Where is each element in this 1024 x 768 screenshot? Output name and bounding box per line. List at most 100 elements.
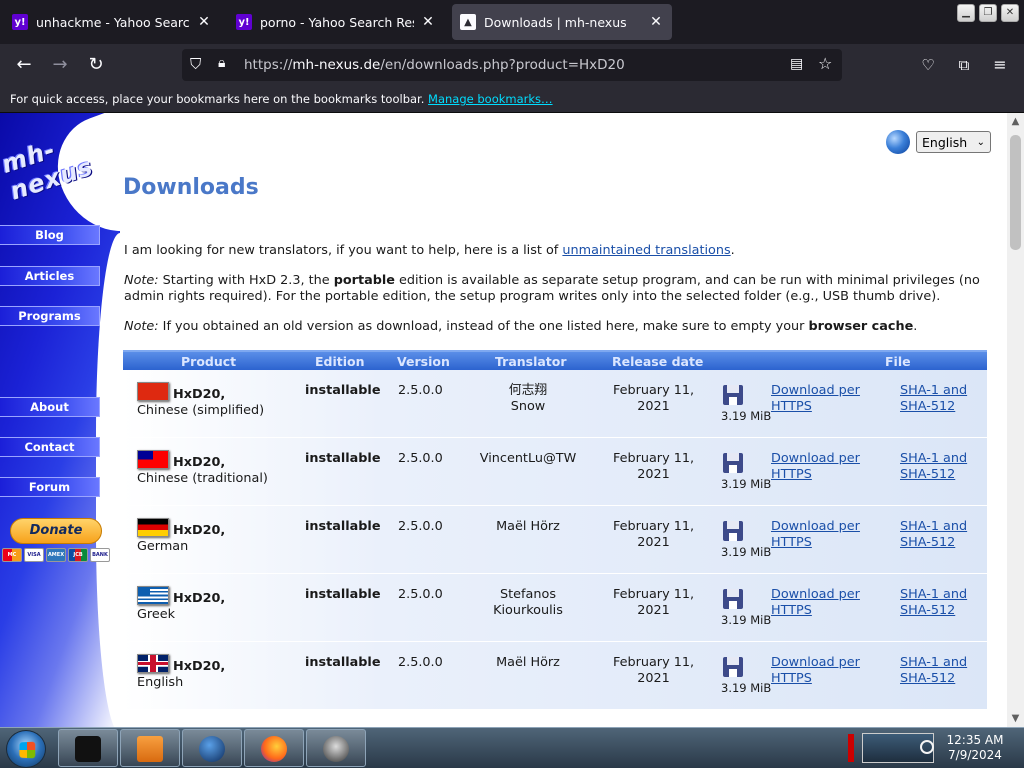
taskbar-clock[interactable]: 12:35 AM 7/9/2024: [940, 733, 1010, 763]
translator-line: Snow: [510, 399, 546, 414]
menu-forum[interactable]: Forum: [0, 477, 100, 497]
yahoo-icon: y!: [236, 14, 252, 30]
menu-contact[interactable]: Contact: [0, 437, 100, 457]
header-translator: Translator: [495, 354, 567, 369]
signature-link[interactable]: SHA-1 and SHA-512: [900, 587, 980, 619]
reload-icon[interactable]: ↻: [82, 52, 110, 78]
close-icon[interactable]: ✕: [648, 14, 664, 30]
pocket-icon[interactable]: ♡: [914, 52, 942, 78]
firefox-icon: [261, 736, 287, 762]
lock-icon[interactable]: 🔒︎: [218, 55, 225, 71]
floppy-disk-icon[interactable]: [723, 589, 743, 609]
product-language: Chinese (traditional): [137, 471, 268, 486]
manage-bookmarks-link[interactable]: Manage bookmarks…: [428, 92, 553, 106]
download-https-link[interactable]: Download per HTTPS: [771, 451, 871, 483]
url-text: https://mh-nexus.de/en/downloads.php?pro…: [244, 57, 625, 73]
taskbar-app[interactable]: [58, 729, 118, 767]
release-date-cell: February 11, 2021: [601, 383, 706, 415]
product-language: English: [137, 675, 184, 690]
back-icon[interactable]: ←: [10, 52, 38, 78]
floppy-disk-icon[interactable]: [723, 453, 743, 473]
tab-downloads[interactable]: ▲ Downloads | mh-nexus ✕: [452, 4, 672, 40]
network-icon[interactable]: [920, 740, 934, 754]
download-https-link[interactable]: Download per HTTPS: [771, 587, 871, 619]
edition-cell: installable: [305, 587, 381, 602]
signature-link[interactable]: SHA-1 and SHA-512: [900, 655, 980, 687]
paragraph-text: .: [730, 243, 735, 258]
scroll-down-icon[interactable]: ▼: [1010, 713, 1021, 724]
forward-icon[interactable]: →: [46, 52, 74, 78]
date-line: 2021: [637, 467, 670, 482]
signature-link[interactable]: SHA-1 and SHA-512: [900, 383, 980, 415]
version-cell: 2.5.0.0: [398, 519, 443, 534]
table-row: HxD20, German installable 2.5.0.0 Maël Hörz F…: [123, 506, 987, 574]
main-content: Downloads I am looking for new translato…: [123, 113, 988, 727]
url-scheme: https://: [244, 57, 293, 73]
translator-cell: VincentLu@TW: [463, 451, 593, 467]
bookmark-star-icon[interactable]: ☆: [818, 54, 832, 73]
link-line: HTTPS: [771, 399, 812, 414]
donate-button[interactable]: Donate: [10, 518, 102, 544]
floppy-disk-icon[interactable]: [723, 657, 743, 677]
release-date-cell: February 11, 2021: [601, 655, 706, 687]
scrollbar[interactable]: ▲ ▼: [1007, 113, 1024, 727]
download-https-link[interactable]: Download per HTTPS: [771, 519, 871, 551]
jcb-icon: JCB: [68, 548, 88, 562]
edition-cell: installable: [305, 655, 381, 670]
header-release-date: Release date: [612, 354, 704, 369]
download-https-link[interactable]: Download per HTTPS: [771, 655, 871, 687]
close-icon[interactable]: ✕: [196, 14, 212, 30]
taskbar-app[interactable]: [182, 729, 242, 767]
date-line: February 11,: [612, 519, 695, 534]
downloads-table: Product Edition Version Translator Relea…: [123, 350, 987, 710]
signature-link[interactable]: SHA-1 and SHA-512: [900, 451, 980, 483]
taskbar-app[interactable]: [244, 729, 304, 767]
paragraph-text: .: [913, 319, 918, 334]
minimize-icon[interactable]: ▁: [957, 4, 975, 22]
link-line: SHA-512: [900, 535, 956, 550]
mh-nexus-icon: ▲: [460, 14, 476, 30]
reader-view-icon[interactable]: ▤: [790, 56, 803, 72]
link-line: HTTPS: [771, 467, 812, 482]
tab-yahoo-search[interactable]: y! porno - Yahoo Search Results ✕: [228, 4, 444, 40]
payment-cards: MC VISA AMEX JCB BANK: [2, 548, 110, 562]
close-window-icon[interactable]: ✕: [1001, 4, 1019, 22]
scroll-thumb[interactable]: [1010, 135, 1021, 250]
floppy-disk-icon[interactable]: [723, 385, 743, 405]
paragraph-text: If you obtained an old version as downlo…: [158, 319, 809, 334]
unmaintained-translations-link[interactable]: unmaintained translations: [562, 243, 730, 258]
note-label: Note:: [124, 319, 159, 334]
menu-icon[interactable]: ≡: [986, 52, 1014, 78]
table-header: Product Edition Version Translator Relea…: [123, 350, 987, 384]
menu-about[interactable]: About: [0, 397, 100, 417]
menu-programs[interactable]: Programs: [0, 306, 100, 326]
date-line: February 11,: [612, 655, 695, 670]
translator-line: VincentLu@TW: [479, 451, 577, 466]
version-cell: 2.5.0.0: [398, 451, 443, 466]
link-line: Download per: [771, 519, 860, 534]
link-line: SHA-1 and: [900, 655, 968, 670]
edition-cell: installable: [305, 519, 381, 534]
floppy-disk-icon[interactable]: [723, 521, 743, 541]
close-icon[interactable]: ✕: [420, 14, 436, 30]
signature-link[interactable]: SHA-1 and SHA-512: [900, 519, 980, 551]
tab-yahoo-unhackme[interactable]: y! unhackme - Yahoo Search Results ✕: [4, 4, 220, 40]
menu-articles[interactable]: Articles: [0, 266, 100, 286]
link-line: Download per: [771, 655, 860, 670]
shield-icon[interactable]: ⛉: [190, 55, 201, 73]
download-https-link[interactable]: Download per HTTPS: [771, 383, 871, 415]
start-button[interactable]: [6, 730, 46, 768]
extensions-icon[interactable]: ⧉: [950, 52, 978, 78]
address-bar[interactable]: ⛉ 🔒︎ https://mh-nexus.de/en/downloads.ph…: [182, 49, 842, 81]
translator-line: Maël Hörz: [496, 519, 560, 534]
menu-blog[interactable]: Blog: [0, 225, 100, 245]
product-cell: HxD20, Chinese (traditional): [137, 455, 287, 487]
restore-icon[interactable]: ❐: [979, 4, 997, 22]
taskbar-app[interactable]: [120, 729, 180, 767]
clock-date: 7/9/2024: [948, 748, 1002, 762]
scroll-up-icon[interactable]: ▲: [1010, 116, 1021, 127]
taskbar-app[interactable]: [306, 729, 366, 767]
sidebar: mh-nexus Blog Articles Programs About Co…: [0, 113, 120, 727]
page-title: Downloads: [123, 175, 259, 200]
header-edition: Edition: [315, 354, 365, 369]
